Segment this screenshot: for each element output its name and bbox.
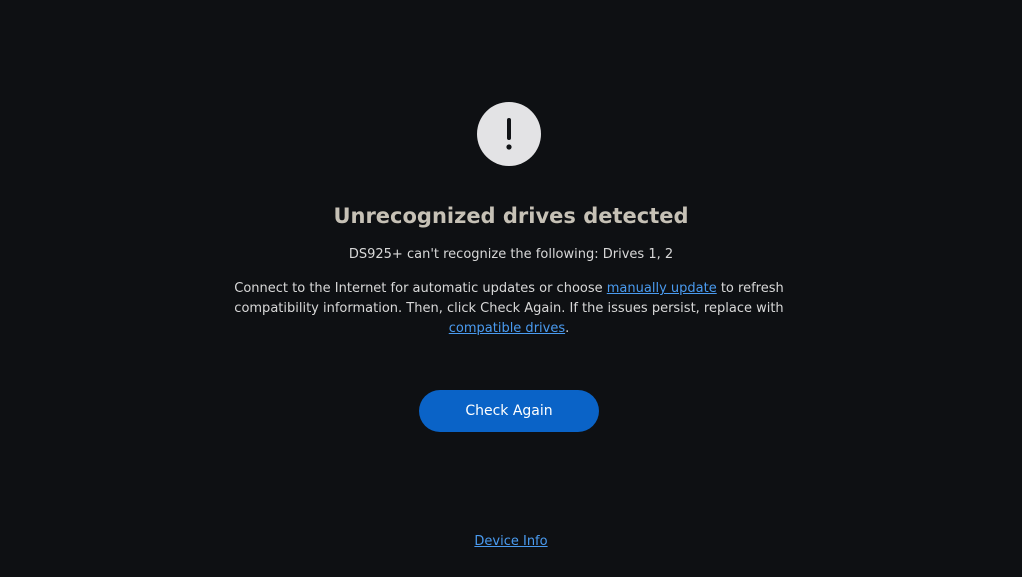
check-again-button[interactable]: Check Again — [419, 390, 599, 432]
description-part-3: . — [565, 321, 570, 336]
manually-update-link[interactable]: manually update — [607, 281, 717, 296]
description-part-1: Connect to the Internet for automatic up… — [234, 281, 607, 296]
device-info-link[interactable]: Device Info — [474, 534, 547, 549]
exclamation-icon — [506, 118, 512, 150]
device-info-container: Device Info — [0, 533, 1022, 551]
unrecognized-drives-page: Unrecognized drives detected DS925+ can'… — [0, 0, 1022, 577]
page-title: Unrecognized drives detected — [333, 204, 689, 228]
compatible-drives-link[interactable]: compatible drives — [449, 321, 565, 336]
alert-icon — [477, 102, 541, 166]
description-text: Connect to the Internet for automatic up… — [211, 279, 807, 339]
drives-subtitle: DS925+ can't recognize the following: Dr… — [348, 247, 674, 262]
